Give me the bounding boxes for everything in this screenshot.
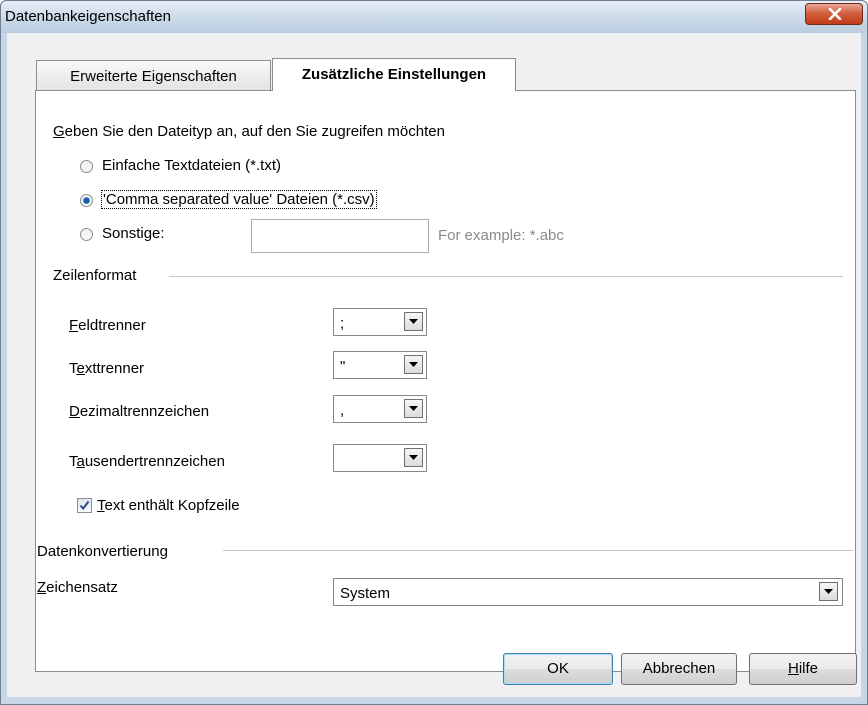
header-row-checkbox[interactable] xyxy=(77,498,92,513)
window-title: Datenbankeigenschaften xyxy=(5,8,171,25)
charset-value: System xyxy=(340,585,391,602)
text-separator-label: Texttrenner xyxy=(69,360,145,377)
section-zeilenformat: Zeilenformat xyxy=(53,267,137,284)
chevron-down-icon[interactable] xyxy=(404,355,423,374)
charset-select[interactable]: System xyxy=(333,578,843,606)
help-button[interactable]: Hilfe xyxy=(749,653,857,685)
field-separator-value: ; xyxy=(340,315,345,332)
radio-csv[interactable] xyxy=(80,194,93,207)
radio-txt[interactable] xyxy=(80,160,93,173)
thousands-separator-select[interactable] xyxy=(333,444,427,472)
radio-other-label: Sonstige: xyxy=(102,225,165,242)
dialog-client-area: Erweiterte Eigenschaften Zusätzliche Ein… xyxy=(7,33,861,697)
section-datenkonvertierung: Datenkonvertierung xyxy=(37,543,168,560)
thousands-separator-label: Tausendertrennzeichen xyxy=(69,453,225,470)
tab-label: Zusätzliche Einstellungen xyxy=(301,66,487,83)
chevron-down-icon[interactable] xyxy=(404,448,423,467)
tab-zusaetzliche-einstellungen[interactable]: Zusätzliche Einstellungen xyxy=(272,58,516,91)
radio-csv-label: 'Comma separated value' Dateien (*.csv) xyxy=(101,190,377,209)
chevron-down-icon[interactable] xyxy=(819,582,838,601)
decimal-separator-value: , xyxy=(340,402,345,419)
separator-line xyxy=(223,550,853,551)
field-separator-select[interactable]: ; xyxy=(333,308,427,336)
radio-txt-label: Einfache Textdateien (*.txt) xyxy=(102,157,281,174)
field-separator-label: Feldtrenner xyxy=(69,317,146,334)
filetype-prompt: Geben Sie den Dateityp an, auf den Sie z… xyxy=(53,123,445,140)
close-button[interactable] xyxy=(805,3,863,25)
cancel-button[interactable]: Abbrechen xyxy=(621,653,737,685)
tab-label: Erweiterte Eigenschaften xyxy=(70,68,237,85)
header-row-checkbox-label: Text enthält Kopfzeile xyxy=(97,497,240,514)
chevron-down-icon[interactable] xyxy=(404,312,423,331)
text-separator-value: " xyxy=(340,358,346,375)
ok-button[interactable]: OK xyxy=(503,653,613,685)
other-filetype-input[interactable] xyxy=(251,219,429,253)
tab-erweiterte-eigenschaften[interactable]: Erweiterte Eigenschaften xyxy=(36,60,271,90)
decimal-separator-label: Dezimaltrennzeichen xyxy=(69,403,210,420)
separator-line xyxy=(169,276,843,277)
decimal-separator-select[interactable]: , xyxy=(333,395,427,423)
text-separator-select[interactable]: " xyxy=(333,351,427,379)
check-icon xyxy=(79,500,90,511)
chevron-down-icon[interactable] xyxy=(404,399,423,418)
charset-label: Zeichensatz xyxy=(37,579,118,596)
title-bar[interactable]: Datenbankeigenschaften xyxy=(1,1,867,33)
close-icon xyxy=(828,8,842,20)
dialog-window: Datenbankeigenschaften Erweiterte Eigens… xyxy=(0,0,868,705)
other-filetype-hint: For example: *.abc xyxy=(438,227,564,244)
radio-other[interactable] xyxy=(80,228,93,241)
